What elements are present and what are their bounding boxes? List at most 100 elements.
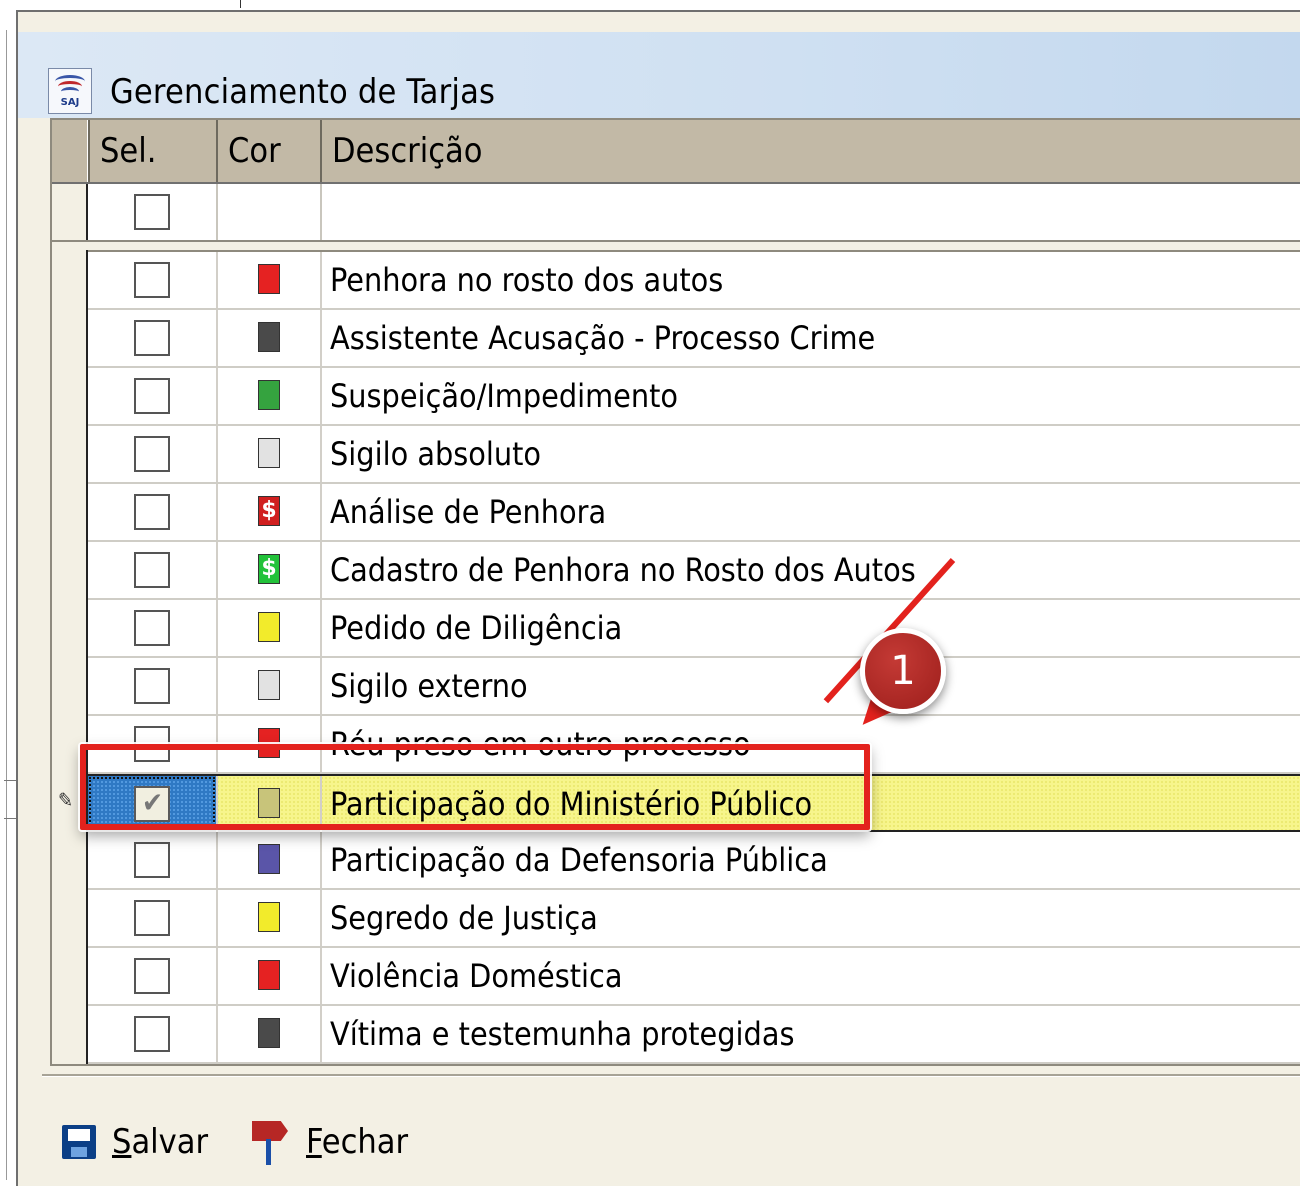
row-select-checkbox[interactable] [134,262,170,298]
table-row[interactable]: Suspeição/Impedimento [52,366,1300,426]
close-label: Fechar [306,1122,409,1162]
tarja-color-swatch [258,670,280,700]
tarja-description: Suspeição/Impedimento [330,377,679,415]
tarja-color-swatch [258,844,280,874]
column-divider [216,310,218,366]
save-label: Salvar [112,1122,209,1162]
background-tick [4,780,16,781]
title-bar[interactable]: SAJ Gerenciamento de Tarjas [18,32,1300,118]
column-divider [216,542,218,598]
tarja-color-swatch [258,322,280,352]
tarja-description: Pedido de Diligência [330,609,623,647]
row-select-checkbox[interactable] [134,842,170,878]
row-indicator [52,424,88,484]
annotation-highlight-box [80,744,870,830]
floppy-label [68,1129,90,1141]
column-header-descricao[interactable]: Descrição [320,120,1300,182]
row-select-checkbox[interactable] [134,958,170,994]
table-row[interactable]: Sigilo absoluto [52,424,1300,484]
tarja-description: Segredo de Justiça [330,899,598,937]
tarja-description: Cadastro de Penhora no Rosto dos Autos [330,551,916,589]
row-indicator [52,946,88,1006]
row-indicator [52,366,88,426]
column-divider [320,426,322,482]
save-button[interactable]: Salvar [62,1118,208,1166]
row-select-checkbox[interactable] [134,436,170,472]
row-indicator [52,888,88,948]
tarja-description: Sigilo absoluto [330,435,541,473]
tarja-description: Participação da Defensoria Pública [330,841,828,879]
table-row[interactable]: Violência Doméstica [52,946,1300,1006]
tarja-color-swatch [258,1018,280,1048]
table-row[interactable]: Sigilo externo [52,656,1300,716]
column-divider [216,658,218,714]
grid-header: Sel. Cor Descrição [52,120,1300,184]
table-row[interactable]: Assistente Acusação - Processo Crime [52,308,1300,368]
row-select-checkbox[interactable] [134,494,170,530]
row-select-checkbox[interactable] [134,900,170,936]
row-select-checkbox[interactable] [134,1016,170,1052]
floppy-disk-icon [62,1125,96,1159]
tarja-description: Vítima e testemunha protegidas [330,1015,795,1053]
table-row[interactable]: Pedido de Diligência [52,598,1300,658]
dollar-icon: $ [261,556,277,581]
column-divider [320,600,322,656]
grid-separator [52,242,1300,252]
column-header-cor[interactable]: Cor [216,120,320,182]
tarja-color-swatch [258,902,280,932]
exit-sign-icon [250,1119,290,1165]
column-divider [216,890,218,946]
sign-board [252,1121,288,1141]
tarja-description: Sigilo externo [330,667,528,705]
column-divider [216,368,218,424]
row-indicator [52,250,88,310]
table-row[interactable]: $ Cadastro de Penhora no Rosto dos Autos [52,540,1300,600]
column-divider [320,832,322,888]
tarjas-grid: Sel. Cor Descrição Penhora no rosto dos … [50,118,1300,1066]
saj-icon-text: SAJ [60,97,80,108]
column-divider [216,484,218,540]
background-left [0,0,16,1186]
tarja-description: Penhora no rosto dos autos [330,261,724,299]
column-divider [320,184,322,240]
row-indicator [52,1004,88,1064]
background-tick [4,818,16,819]
table-row[interactable]: Segredo de Justiça [52,888,1300,948]
close-button[interactable]: Fechar [250,1118,408,1166]
row-select-checkbox[interactable] [134,668,170,704]
row-select-checkbox[interactable] [134,610,170,646]
select-all-row [52,184,1300,242]
column-divider [216,948,218,1004]
column-divider [216,252,218,308]
background-window-edge [240,0,461,8]
column-header-sel[interactable]: Sel. [88,120,216,182]
row-select-checkbox[interactable] [134,320,170,356]
tarja-description: Violência Doméstica [330,957,623,995]
row-indicator [52,482,88,542]
table-row[interactable]: Vítima e testemunha protegidas [52,1004,1300,1064]
row-indicator [52,540,88,600]
header-indicator-cell [52,120,88,182]
background-divider [6,30,7,1180]
tarja-color-swatch [258,960,280,990]
row-select-checkbox[interactable] [134,552,170,588]
tarjas-dialog: SAJ Gerenciamento de Tarjas Sel. Cor Des… [16,10,1300,1186]
table-row[interactable]: Participação da Defensoria Pública [52,830,1300,890]
edit-pencil-icon: ✎ [58,788,74,812]
saj-app-icon: SAJ [48,68,92,114]
column-divider [320,252,322,308]
tarja-color-swatch: $ [258,554,280,584]
icon-arc [61,87,79,96]
column-divider [320,658,322,714]
row-select-checkbox[interactable] [134,378,170,414]
table-row[interactable]: Penhora no rosto dos autos [52,250,1300,310]
column-divider [216,832,218,888]
column-divider [216,184,218,240]
floppy-slot [71,1147,87,1157]
row-indicator [52,598,88,658]
tarja-description: Assistente Acusação - Processo Crime [330,319,876,357]
table-row[interactable]: $ Análise de Penhora [52,482,1300,542]
column-divider [320,310,322,366]
column-divider [320,368,322,424]
select-all-checkbox[interactable] [134,194,170,230]
